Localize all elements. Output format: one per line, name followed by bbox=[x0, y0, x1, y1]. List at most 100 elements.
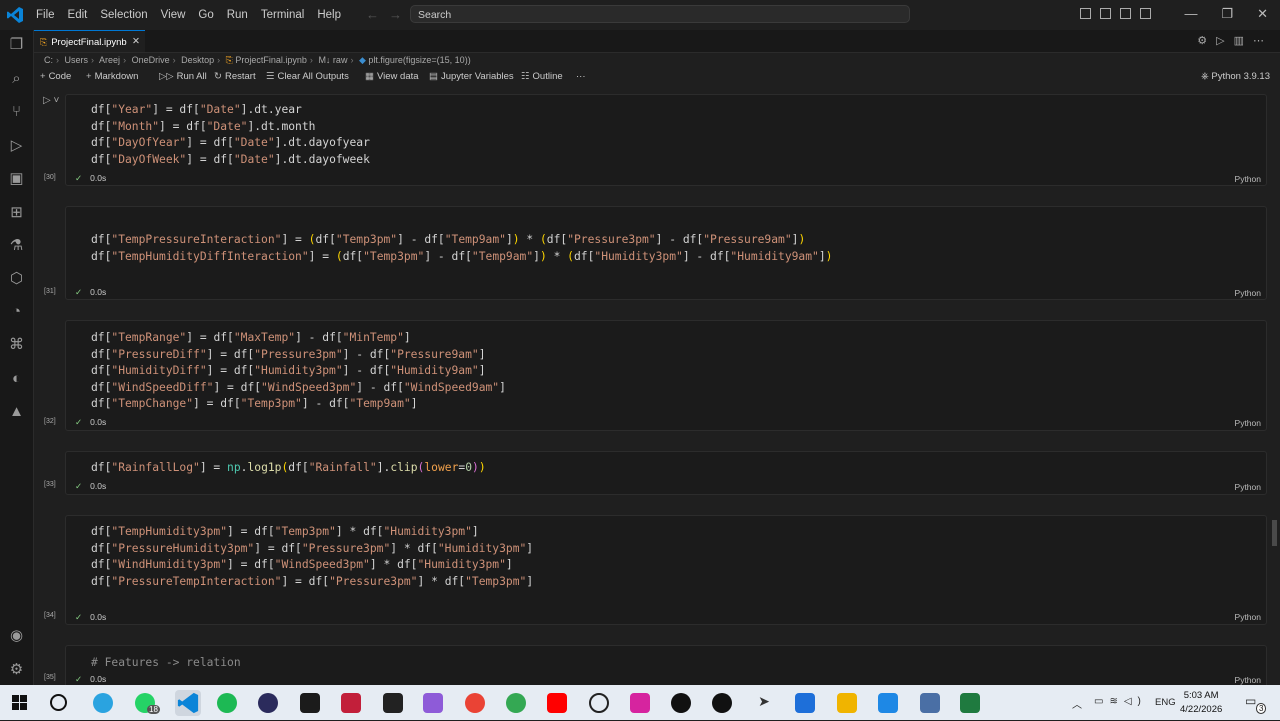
intellij-icon[interactable] bbox=[341, 693, 361, 713]
minimize-icon[interactable]: — bbox=[1184, 6, 1197, 22]
vscode-taskbar-icon[interactable] bbox=[175, 690, 201, 716]
telegram-icon[interactable] bbox=[93, 693, 113, 713]
clear-outputs-button[interactable]: ☰ Clear All Outputs bbox=[266, 71, 349, 82]
tab-projectfinal[interactable]: ⎘ ProjectFinal.ipynb ✕ bbox=[34, 30, 145, 52]
code-cell[interactable]: df["TempPressureInteraction"] = (df["Tem… bbox=[65, 206, 1267, 300]
maximize-icon[interactable]: ❐ bbox=[1221, 6, 1233, 22]
menu-edit[interactable]: Edit bbox=[68, 9, 88, 21]
youtube-icon[interactable] bbox=[547, 693, 567, 713]
edge-tools-icon[interactable]: ◐ bbox=[8, 370, 25, 387]
language-indicator[interactable]: ENG bbox=[1155, 697, 1176, 708]
windows-start-icon[interactable] bbox=[12, 695, 27, 710]
drive-icon[interactable]: ▲ bbox=[8, 403, 25, 420]
menu-run[interactable]: Run bbox=[227, 9, 248, 21]
breadcrumb-item[interactable]: M↓ raw bbox=[318, 55, 347, 65]
menu-selection[interactable]: Selection bbox=[100, 9, 147, 21]
cell-language[interactable]: Python bbox=[1235, 612, 1261, 622]
chatgpt-icon[interactable] bbox=[589, 693, 609, 713]
cell-language[interactable]: Python bbox=[1235, 418, 1261, 428]
arrow-app-icon[interactable]: ➤ bbox=[754, 693, 774, 713]
extensions-icon[interactable]: ⊞ bbox=[8, 204, 25, 221]
breadcrumb-item[interactable]: C: bbox=[44, 55, 53, 65]
menu-help[interactable]: Help bbox=[317, 9, 341, 21]
search-taskbar-icon[interactable] bbox=[50, 694, 67, 711]
account-icon[interactable]: ◉ bbox=[8, 627, 25, 644]
run-cell-button[interactable]: ▷ ˅ bbox=[43, 95, 59, 106]
add-markdown-button[interactable]: + Markdown bbox=[86, 71, 138, 82]
git-graph-icon[interactable]: ◔ bbox=[8, 303, 25, 320]
menu-go[interactable]: Go bbox=[198, 9, 213, 21]
breadcrumb-item[interactable]: ProjectFinal.ipynb bbox=[235, 55, 307, 65]
eclipse-icon[interactable] bbox=[258, 693, 278, 713]
chrome-icon[interactable] bbox=[465, 693, 485, 713]
add-code-button[interactable]: + Code bbox=[40, 71, 71, 82]
toggle-secondary-sidebar-icon[interactable] bbox=[1140, 8, 1151, 19]
app-icon[interactable] bbox=[383, 693, 403, 713]
explorer-icon[interactable]: ❐ bbox=[8, 36, 25, 53]
remote-explorer-icon[interactable]: ▣ bbox=[8, 170, 25, 187]
volume-icon[interactable]: ◁) bbox=[1124, 696, 1147, 707]
source-control-icon[interactable]: ⑂ bbox=[8, 103, 25, 120]
cell-code[interactable]: df["RainfallLog"] = np.log1p(df["Rainfal… bbox=[91, 460, 486, 477]
menu-terminal[interactable]: Terminal bbox=[261, 9, 304, 21]
code-cell[interactable]: df["Year"] = df["Date"].dt.year df["Mont… bbox=[65, 94, 1267, 186]
settings-gear-icon[interactable]: ⚙ bbox=[8, 661, 25, 678]
containers-icon[interactable]: ⬡ bbox=[8, 270, 25, 287]
testing-icon[interactable]: ⚗ bbox=[8, 237, 25, 254]
restart-button[interactable]: ↻ Restart bbox=[214, 71, 256, 82]
pycharm-icon[interactable] bbox=[300, 693, 320, 713]
breadcrumb-item[interactable]: OneDrive bbox=[132, 55, 170, 65]
threads-icon[interactable] bbox=[712, 693, 732, 713]
python-icon[interactable]: ⌘ bbox=[8, 336, 25, 353]
customize-layout-icon[interactable] bbox=[1080, 8, 1091, 19]
battery-icon[interactable]: ▭ bbox=[1094, 696, 1109, 707]
app-blue-icon[interactable] bbox=[878, 693, 898, 713]
code-cell[interactable]: # Features -> relation Python bbox=[65, 645, 1267, 690]
cell-code[interactable]: # Features -> relation bbox=[91, 655, 241, 672]
tiktok-icon[interactable] bbox=[671, 693, 691, 713]
more-toolbar-button[interactable]: ··· bbox=[576, 71, 586, 82]
cell-code[interactable]: df["TempHumidity3pm"] = df["Temp3pm"] * … bbox=[91, 524, 533, 590]
cell-language[interactable]: Python bbox=[1235, 288, 1261, 298]
code-cell[interactable]: df["TempHumidity3pm"] = df["Temp3pm"] * … bbox=[65, 515, 1267, 625]
jupyter-variables-button[interactable]: ▤ Jupyter Variables bbox=[429, 71, 514, 82]
close-window-icon[interactable]: ✕ bbox=[1257, 6, 1268, 22]
run-debug-icon[interactable]: ▷ bbox=[8, 137, 25, 154]
cell-code[interactable]: df["TempPressureInteraction"] = (df["Tem… bbox=[91, 232, 832, 265]
forward-arrow-icon[interactable]: → bbox=[389, 7, 412, 22]
cell-language[interactable]: Python bbox=[1235, 174, 1261, 184]
app-tools-icon[interactable] bbox=[920, 693, 940, 713]
gear-icon[interactable]: ⚙ bbox=[1197, 34, 1207, 47]
taskbar-clock[interactable]: 5:03 AM 4/22/2026 bbox=[1180, 689, 1222, 717]
run-icon[interactable]: ▷ bbox=[1216, 34, 1224, 47]
tray-chevron-icon[interactable]: ︿ bbox=[1072, 696, 1082, 711]
close-tab-icon[interactable]: ✕ bbox=[132, 31, 140, 53]
back-arrow-icon[interactable]: ← bbox=[366, 7, 389, 22]
wifi-icon[interactable]: ≋ bbox=[1109, 696, 1123, 707]
cell-code[interactable]: df["TempRange"] = df["MaxTemp"] - df["Mi… bbox=[91, 330, 506, 413]
breadcrumb-item[interactable]: Users bbox=[65, 55, 89, 65]
menu-view[interactable]: View bbox=[161, 9, 186, 21]
menu-file[interactable]: File bbox=[36, 9, 55, 21]
toggle-panel-icon[interactable] bbox=[1120, 8, 1131, 19]
view-data-button[interactable]: ▦ View data bbox=[365, 71, 419, 82]
instagram-icon[interactable] bbox=[630, 693, 650, 713]
breadcrumb-item[interactable]: Desktop bbox=[181, 55, 214, 65]
breadcrumb-item[interactable]: plt.figure(figsize=(15, 10)) bbox=[368, 55, 470, 65]
cell-code[interactable]: df["Year"] = df["Date"].dt.year df["Mont… bbox=[91, 102, 370, 168]
excel-icon[interactable] bbox=[960, 693, 980, 713]
notification-icon[interactable]: ▭ bbox=[1245, 694, 1256, 708]
search-icon[interactable]: ⌕ bbox=[8, 70, 25, 87]
spotify-icon[interactable] bbox=[217, 693, 237, 713]
outline-button[interactable]: ☷ Outline bbox=[521, 71, 563, 82]
kernel-picker[interactable]: ⎈ Python 3.9.13 bbox=[1201, 71, 1270, 82]
split-editor-icon[interactable]: ▥ bbox=[1234, 34, 1244, 47]
breadcrumb-item[interactable]: Areej bbox=[99, 55, 120, 65]
cell-language[interactable]: Python bbox=[1235, 675, 1261, 685]
app-5-icon[interactable] bbox=[837, 693, 857, 713]
visual-studio-icon[interactable] bbox=[423, 693, 443, 713]
run-all-button[interactable]: ▷▷ Run All bbox=[159, 71, 207, 82]
chrome-profile-icon[interactable] bbox=[506, 693, 526, 713]
cell-language[interactable]: Python bbox=[1235, 482, 1261, 492]
editor-scrollbar[interactable] bbox=[1272, 520, 1277, 546]
